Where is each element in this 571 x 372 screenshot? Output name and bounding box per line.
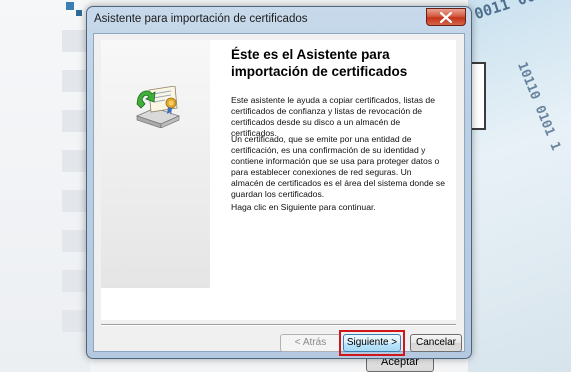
background-digits-vertical: 10110 0101 1 [514, 60, 564, 153]
back-button[interactable]: < Atrás [280, 334, 341, 352]
cancel-button[interactable]: Cancelar [410, 334, 462, 352]
title-bar[interactable]: Asistente para importación de certificad… [87, 7, 471, 31]
background-digits: 0011 0011 10 [472, 0, 571, 23]
wizard-side-panel [101, 40, 210, 288]
desktop-background-left [0, 0, 90, 372]
wizard-instruction: Haga clic en Siguiente para continuar. [231, 202, 376, 212]
window-title: Asistente para importación de certificad… [94, 13, 308, 25]
desktop-background-right: 0011 0011 10 10110 0101 1 [468, 0, 571, 372]
import-wizard-dialog: Asistente para importación de certificad… [86, 6, 472, 359]
close-button[interactable] [426, 8, 466, 26]
wizard-description-1: Este asistente le ayuda a copiar certifi… [231, 95, 435, 138]
close-icon [440, 12, 452, 23]
background-window-edge [470, 62, 486, 130]
button-separator [101, 324, 456, 326]
wizard-page: Éste es el Asistente para importación de… [101, 40, 456, 320]
wizard-heading: Éste es el Asistente para importación de… [231, 47, 408, 79]
next-button-highlight [339, 330, 405, 356]
dialog-body: Éste es el Asistente para importación de… [93, 33, 465, 356]
wizard-description-2: Un certificado, que se emite por una ent… [231, 134, 446, 199]
certificate-import-icon [135, 86, 181, 128]
